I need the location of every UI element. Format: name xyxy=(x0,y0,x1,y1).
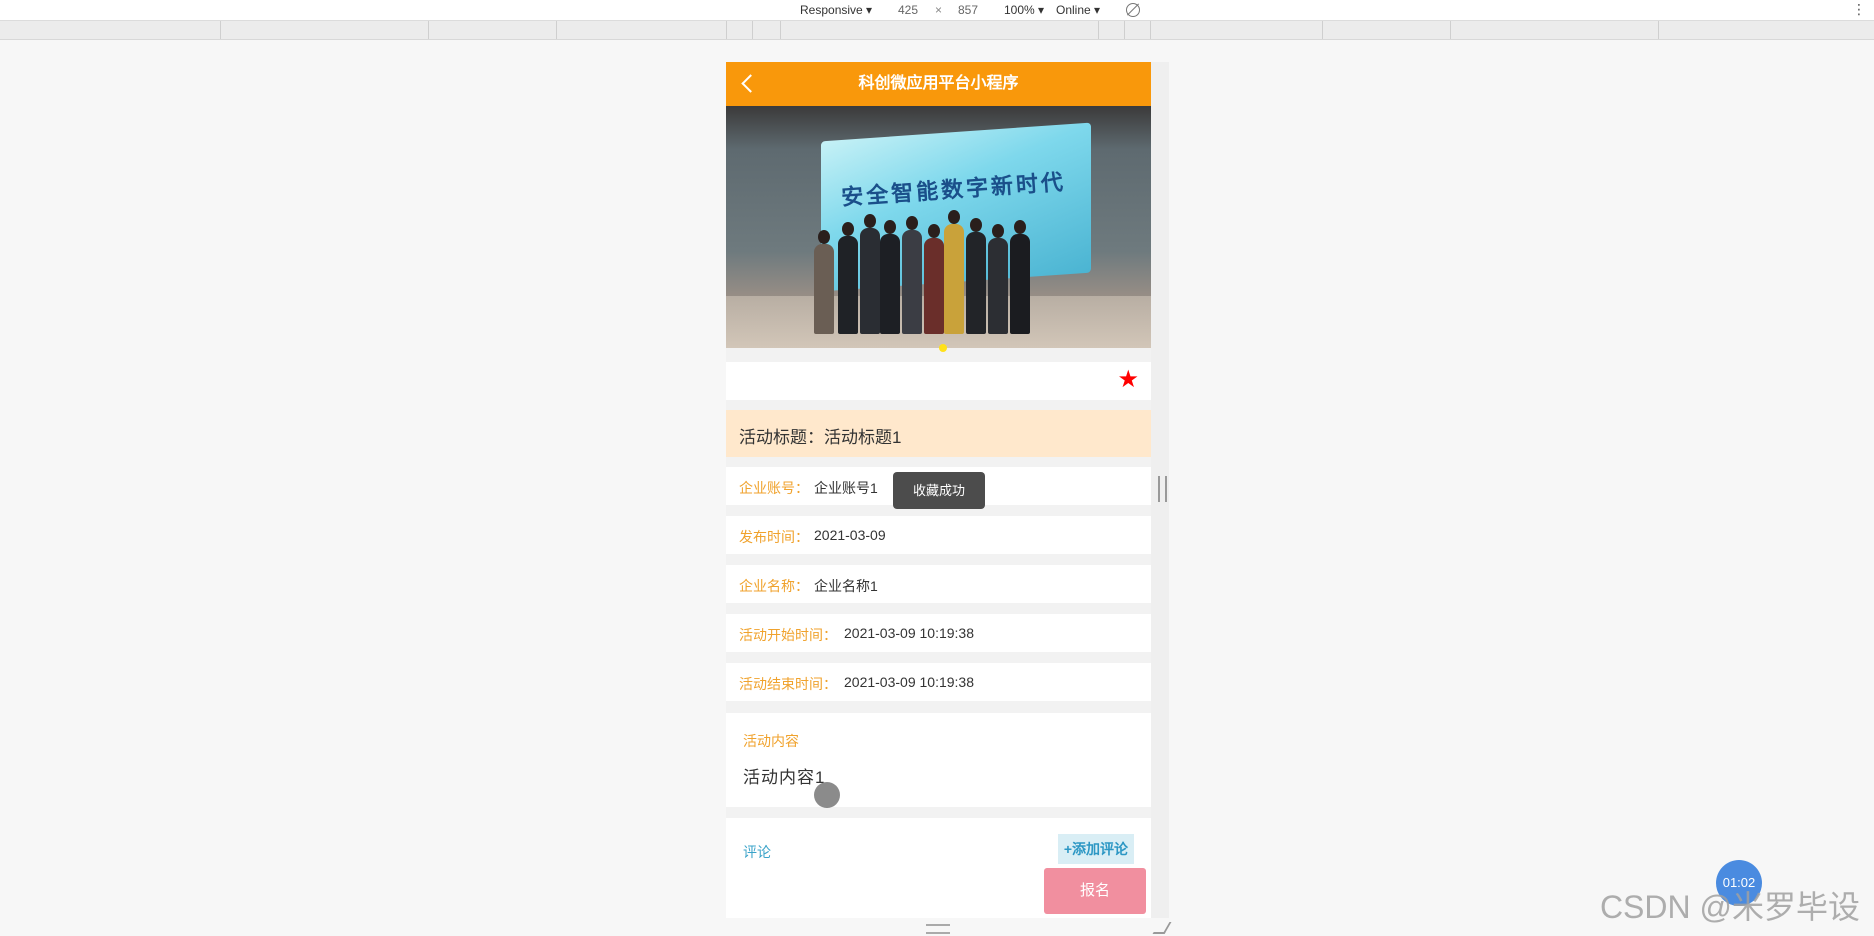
resize-handle-bottom[interactable] xyxy=(926,924,950,934)
field-label: 企业名称： xyxy=(739,578,809,594)
mobile-viewport: 科创微应用平台小程序 安全智能数字新时代 ★ 活动标题：活动标题1 企业账号： … xyxy=(726,62,1151,918)
signup-button[interactable]: 报名 xyxy=(1044,868,1146,914)
field-value: 2021-03-09 10:19:38 xyxy=(844,674,974,690)
field-row-start-time: 活动开始时间： 2021-03-09 10:19:38 xyxy=(726,614,1151,652)
network-select[interactable]: Online ▾ xyxy=(1056,3,1100,17)
dimension-separator: × xyxy=(935,3,943,17)
watermark: CSDN @米罗毕设 xyxy=(1599,889,1860,925)
field-label: 活动开始时间： xyxy=(739,627,837,643)
field-row-end-time: 活动结束时间： 2021-03-09 10:19:38 xyxy=(726,663,1151,701)
field-label: 发布时间： xyxy=(739,529,809,545)
activity-title-row: 活动标题：活动标题1 xyxy=(726,410,1151,457)
more-options-icon[interactable]: ⋮ xyxy=(1852,1,1866,18)
field-label: 企业账号： xyxy=(739,480,809,496)
add-comment-button[interactable]: +添加评论 xyxy=(1057,834,1134,864)
devtools-toolbar: Responsive ▾ 425 × 857 100% ▾ Online ▾ ⋮ xyxy=(0,0,1874,21)
field-row-publish-time: 发布时间： 2021-03-09 xyxy=(726,516,1151,554)
field-label: 活动结束时间： xyxy=(739,676,837,692)
toast-message: 收藏成功 xyxy=(893,472,985,509)
field-value: 企业名称1 xyxy=(814,578,878,594)
activity-title-label: 活动标题： xyxy=(739,428,824,447)
field-row-company-name: 企业名称： 企业名称1 xyxy=(726,565,1151,603)
width-input[interactable]: 425 xyxy=(898,3,918,17)
height-input[interactable]: 857 xyxy=(958,3,978,17)
carousel-indicator[interactable] xyxy=(939,344,947,352)
nav-title: 科创微应用平台小程序 xyxy=(858,75,1019,92)
resize-handle-corner[interactable] xyxy=(1152,922,1172,934)
media-query-ruler[interactable] xyxy=(0,21,1874,40)
banner-image[interactable]: 安全智能数字新时代 xyxy=(726,106,1151,348)
favorite-row: ★ xyxy=(726,362,1151,400)
resize-handle-side[interactable] xyxy=(1158,476,1167,502)
comment-label: 评论 xyxy=(743,844,771,860)
group-photo-people xyxy=(814,194,1044,334)
touch-cursor xyxy=(814,782,840,808)
activity-title-value: 活动标题1 xyxy=(824,428,902,447)
activity-title: 活动标题：活动标题1 xyxy=(739,423,901,448)
content-text: 活动内容1 xyxy=(743,768,826,787)
field-value: 企业账号1 xyxy=(814,480,878,496)
content-label: 活动内容 xyxy=(743,733,799,749)
content-card: 活动内容 活动内容1 xyxy=(726,713,1151,807)
nav-bar: 科创微应用平台小程序 xyxy=(726,62,1151,106)
field-value: 2021-03-09 10:19:38 xyxy=(844,625,974,641)
field-value: 2021-03-09 xyxy=(814,527,886,543)
zoom-select[interactable]: 100% ▾ xyxy=(1004,3,1044,17)
star-icon[interactable]: ★ xyxy=(1117,368,1139,392)
rotate-icon[interactable] xyxy=(1126,3,1140,17)
device-select[interactable]: Responsive ▾ xyxy=(800,3,872,17)
